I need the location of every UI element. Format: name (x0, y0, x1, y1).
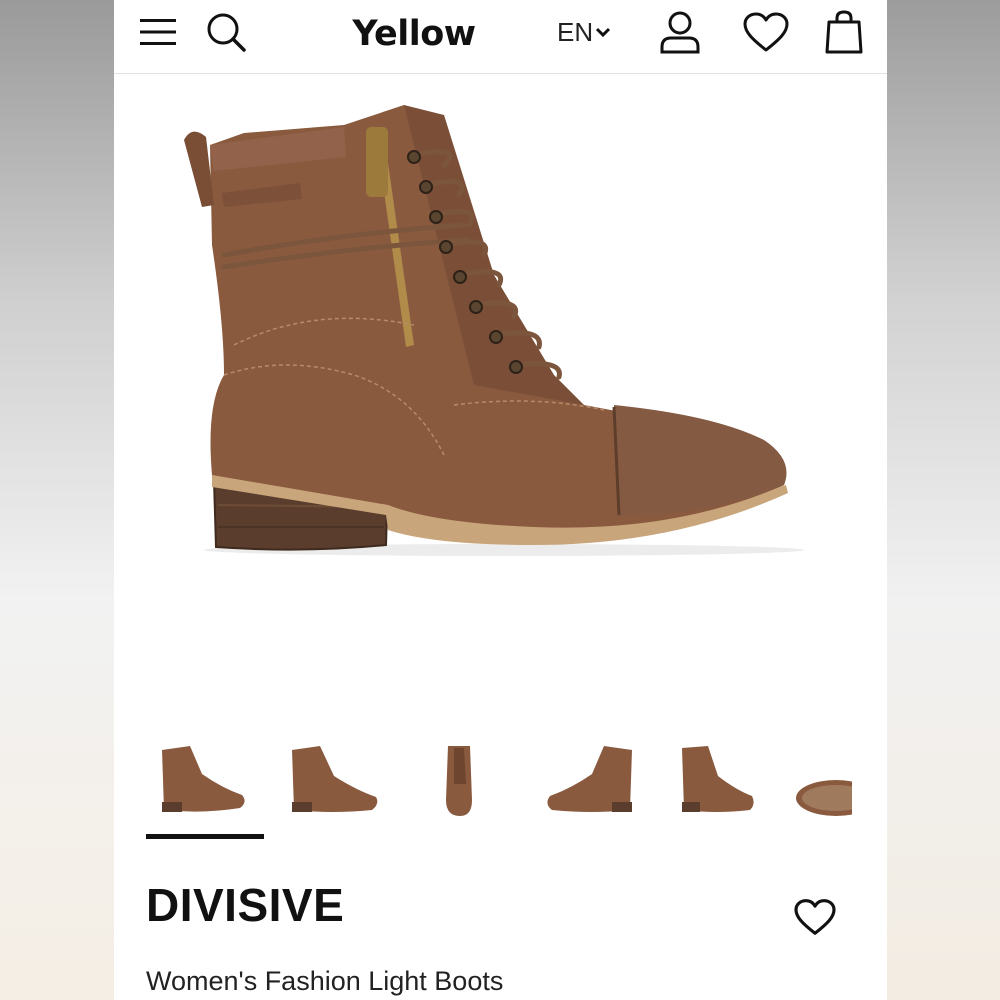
language-selector[interactable]: EN (557, 14, 611, 50)
add-to-wishlist-button[interactable] (790, 892, 840, 942)
mobile-page: Yellow EN DIVISIVE Women's Fashion Light… (114, 0, 887, 1000)
search-icon[interactable] (202, 8, 250, 56)
heart-icon (794, 899, 836, 935)
top-navigation-bar: Yellow EN (114, 0, 887, 74)
selected-thumbnail-indicator (146, 834, 264, 839)
heart-icon[interactable] (742, 8, 790, 56)
thumbnail-3[interactable] (412, 740, 512, 825)
thumbnail-5[interactable] (672, 740, 772, 825)
thumbnail-4[interactable] (542, 740, 642, 825)
product-brand[interactable]: DIVISIVE (146, 878, 344, 932)
background-blur-right (887, 0, 1000, 1000)
background-blur-left (0, 0, 114, 1000)
thumbnail-1[interactable] (152, 740, 252, 825)
boot-illustration (184, 105, 804, 556)
account-icon[interactable] (656, 8, 704, 56)
thumbnail-2[interactable] (282, 740, 382, 825)
product-name: Women's Fashion Light Boots (146, 966, 504, 996)
language-label: EN (557, 16, 594, 47)
product-main-image[interactable] (114, 75, 887, 715)
menu-icon[interactable] (134, 8, 182, 56)
thumbnail-strip (114, 740, 887, 840)
chevron-down-icon (595, 26, 611, 38)
thumbnail-6[interactable] (792, 740, 852, 825)
store-logo[interactable]: Yellow (324, 12, 504, 56)
shopping-bag-icon[interactable] (820, 8, 868, 56)
